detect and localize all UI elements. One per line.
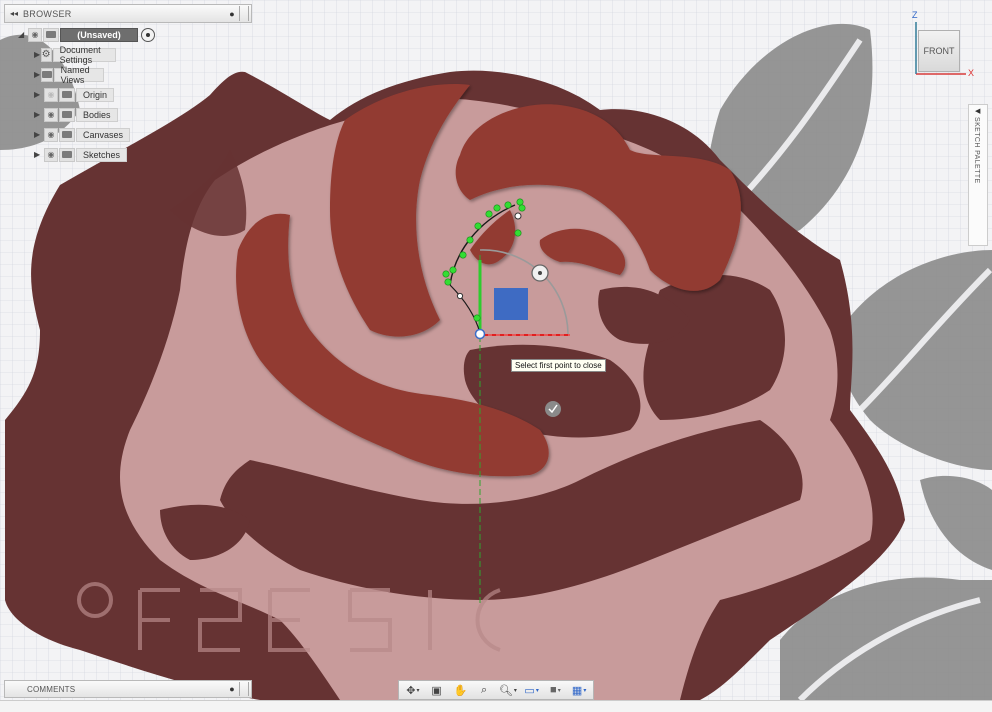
folder-icon (59, 107, 75, 122)
comments-panel-header[interactable]: COMMENTS ● (4, 680, 252, 698)
tree-node-document-settings[interactable]: ▶ ⚙ Document Settings (34, 45, 117, 65)
pan-icon[interactable]: ✋ (450, 682, 472, 698)
tree-node-sketches[interactable]: ▶ ◉ Sketches (34, 146, 128, 163)
expand-arrow-icon[interactable]: ▶ (34, 70, 41, 79)
tree-node-canvases[interactable]: ▶ ◉ Canvases (34, 126, 131, 143)
tree-node-label: Document Settings (52, 45, 117, 65)
design-canvas[interactable] (0, 0, 992, 711)
eye-icon[interactable]: ◉ (44, 107, 58, 122)
axis-x-label: X (968, 68, 975, 78)
tree-node-label: (Unsaved) (60, 27, 138, 42)
tree-node-label: Origin (76, 87, 115, 102)
orbit-icon[interactable]: ✥ ▾ (402, 682, 424, 698)
eye-icon[interactable]: ◉ (28, 27, 42, 42)
axis-z-label: Z (912, 10, 918, 20)
resize-handle-icon[interactable] (239, 682, 249, 696)
tree-node-label: Sketches (76, 147, 128, 162)
pin-icon[interactable]: ● (225, 9, 239, 19)
tree-node-bodies[interactable]: ▶ ◉ Bodies (34, 106, 118, 123)
folder-icon (59, 87, 75, 102)
display-settings-icon[interactable]: ▭ ▾ (521, 682, 543, 698)
zoom-window-icon[interactable]: ⌕ (473, 682, 495, 698)
browser-panel-header[interactable]: ◂◂ BROWSER ● (4, 4, 252, 23)
folder-icon (59, 127, 75, 142)
browser-title: BROWSER (23, 8, 72, 19)
comments-title: COMMENTS (27, 684, 76, 694)
tree-node-label: Canvases (76, 127, 131, 142)
eye-hidden-icon[interactable]: ◉ (44, 87, 58, 102)
eye-icon[interactable]: ◉ (44, 147, 58, 162)
sketch-palette-tab[interactable]: ◀ SKETCH PALETTE (968, 104, 988, 246)
tree-node-label: Bodies (76, 107, 118, 122)
sketch-palette-label: SKETCH PALETTE (973, 117, 980, 184)
eye-icon[interactable]: ◉ (44, 127, 58, 142)
status-strip (0, 700, 992, 712)
viewcube-front-face[interactable]: FRONT (918, 30, 960, 72)
resize-handle-icon[interactable] (239, 6, 249, 21)
folder-icon (40, 67, 53, 82)
document-icon (43, 27, 59, 42)
sketch-tooltip: Select first point to close (511, 359, 606, 372)
tree-node-root[interactable]: ◢ ◉ (Unsaved) (18, 26, 155, 43)
expand-arrow-icon[interactable]: ▶ (34, 110, 44, 119)
expand-triangle-icon[interactable]: ◢ (18, 30, 28, 39)
expand-arrow-icon[interactable]: ▶ (34, 90, 44, 99)
visual-style-icon[interactable]: ■ ▾ (545, 682, 567, 698)
folder-icon (59, 147, 75, 162)
tree-node-label: Named Views (53, 65, 105, 85)
look-at-icon[interactable]: ▣ (426, 682, 448, 698)
tree-node-named-views[interactable]: ▶ Named Views (34, 65, 105, 85)
expand-triangle-icon[interactable]: ◀ (975, 107, 980, 115)
expand-arrow-icon[interactable]: ▶ (34, 130, 44, 139)
grid-settings-icon[interactable]: ▦ ▾ (568, 682, 590, 698)
activate-icon[interactable] (141, 27, 155, 42)
expand-arrow-icon[interactable]: ▶ (34, 150, 44, 159)
zoom-icon[interactable]: 🔍︎ ▾ (497, 682, 519, 698)
gear-icon: ⚙ (40, 47, 52, 62)
collapse-icon[interactable]: ◂◂ (5, 9, 23, 18)
navigation-toolbar: ✥ ▾ ▣ ✋ ⌕ 🔍︎ ▾ ▭ ▾ ■ ▾ ▦ ▾ (398, 680, 594, 700)
add-comment-icon[interactable]: ● (225, 684, 239, 694)
tree-node-origin[interactable]: ▶ ◉ Origin (34, 86, 115, 103)
